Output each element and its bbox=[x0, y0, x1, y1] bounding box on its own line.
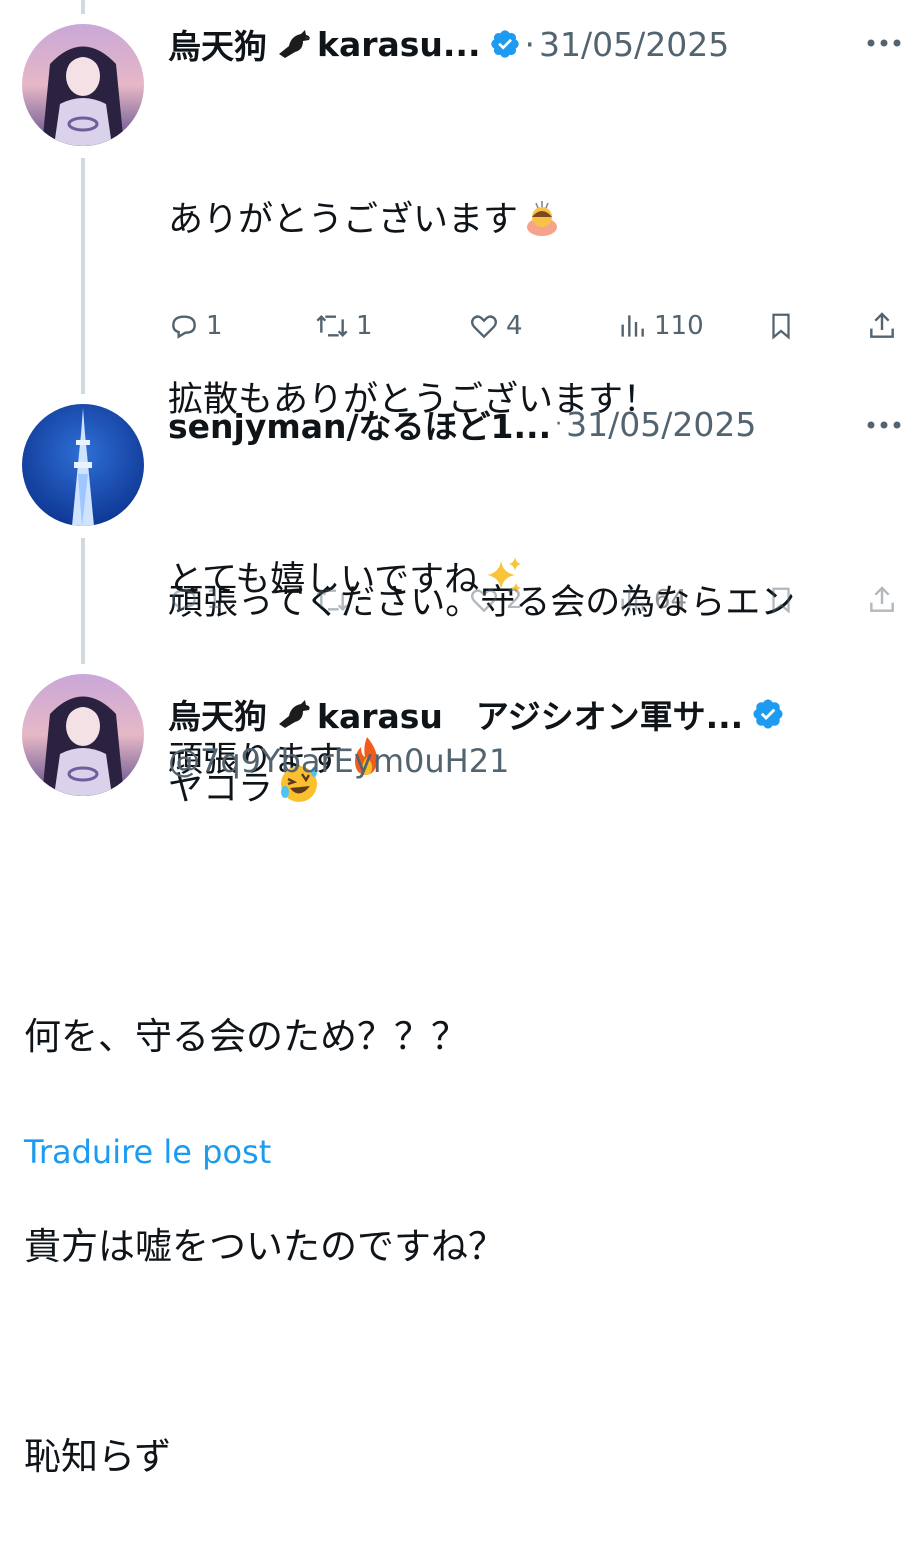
bookmark-icon bbox=[772, 313, 790, 340]
share-button[interactable] bbox=[866, 310, 898, 342]
post-line: 貴方は嘘をついたのですね？ bbox=[24, 1225, 505, 1268]
main-author-name[interactable]: 烏天狗 karasu アジシオン軍サ... bbox=[168, 690, 785, 738]
repost-icon bbox=[316, 588, 348, 612]
reply-button[interactable]: 1 bbox=[168, 310, 223, 342]
reply-count: 1 bbox=[206, 311, 223, 341]
reply-icon bbox=[172, 315, 196, 339]
translate-post-link[interactable]: Traduire le post bbox=[24, 1133, 271, 1171]
separator-dot: · bbox=[524, 24, 536, 64]
verified-icon bbox=[753, 699, 783, 729]
tweet-1-header: 烏天狗 karasu... · 31/05/2025 bbox=[168, 18, 904, 70]
view-count: 110 bbox=[654, 311, 704, 341]
repost-count: 1 bbox=[356, 311, 373, 341]
post-line: 恥知らず bbox=[24, 1435, 172, 1478]
author-name[interactable]: 烏天狗 bbox=[168, 20, 267, 68]
author-name-suffix[interactable]: karasu... bbox=[317, 25, 481, 64]
share-icon bbox=[870, 312, 894, 338]
views-icon bbox=[621, 589, 644, 611]
bookmark-button[interactable] bbox=[766, 584, 796, 616]
crow-icon bbox=[279, 700, 310, 728]
like-button[interactable]: 4 bbox=[468, 310, 523, 342]
author-name[interactable]: senjyman/なるほど1... bbox=[168, 400, 551, 448]
tweet-2-header: senjyman/なるほど1... · 31/05/2025 bbox=[168, 398, 904, 450]
avatar-karasu[interactable] bbox=[22, 24, 144, 146]
bookmark-button[interactable] bbox=[766, 310, 796, 342]
tweet-date[interactable]: 31/05/2025 bbox=[539, 25, 729, 64]
avatar-karasu-main[interactable] bbox=[22, 674, 144, 796]
like-icon bbox=[470, 589, 498, 613]
main-author-handle[interactable]: @7q9YbarEym0uH21 bbox=[168, 742, 509, 780]
repost-button[interactable] bbox=[314, 584, 356, 616]
author-name: 烏天狗 bbox=[168, 697, 267, 736]
tweet-1-actions: 1 1 4 110 bbox=[168, 310, 904, 350]
views-button[interactable]: 110 bbox=[616, 310, 704, 342]
share-button[interactable] bbox=[866, 584, 898, 616]
reply-icon bbox=[172, 589, 196, 613]
tweet-2-actions: 1 2 64 bbox=[168, 584, 904, 624]
verified-icon bbox=[490, 30, 519, 58]
tweet-date[interactable]: 31/05/2025 bbox=[566, 405, 756, 444]
reply-button[interactable]: 1 bbox=[168, 584, 223, 616]
post-line: 何を、守る会のため？？？ bbox=[24, 1015, 468, 1058]
crow-icon bbox=[279, 30, 310, 58]
views-icon bbox=[621, 315, 644, 337]
repost-button[interactable]: 1 bbox=[314, 310, 373, 342]
author-name-suffix: karasu アジシオン軍サ... bbox=[317, 697, 744, 736]
bookmark-icon bbox=[772, 587, 790, 614]
views-button[interactable]: 64 bbox=[616, 584, 687, 616]
like-button[interactable]: 2 bbox=[468, 584, 523, 616]
avatar-senjyman[interactable] bbox=[22, 404, 144, 526]
like-count: 4 bbox=[506, 311, 523, 341]
more-icon[interactable] bbox=[866, 38, 902, 48]
like-count: 2 bbox=[506, 585, 523, 615]
view-count: 64 bbox=[654, 585, 688, 615]
main-post-text: 何を、守る会のため？？？ 貴方は嘘をついたのですね？ 恥知らず bbox=[24, 862, 505, 1562]
bowing-person-emoji bbox=[527, 201, 558, 236]
thread-line-2 bbox=[81, 538, 85, 664]
separator-dot: · bbox=[555, 411, 563, 437]
thread-line-1 bbox=[81, 158, 85, 394]
tweet-line: ありがとうございます bbox=[168, 200, 519, 240]
thread-line-top bbox=[81, 0, 85, 14]
more-icon[interactable] bbox=[866, 420, 902, 430]
reply-count: 1 bbox=[206, 585, 223, 615]
repost-icon bbox=[316, 314, 348, 338]
share-icon bbox=[870, 586, 894, 612]
tweet-2-text: 頑張ってください。守る会の為ならエン ヤコラ bbox=[168, 448, 795, 882]
like-icon bbox=[470, 315, 498, 339]
